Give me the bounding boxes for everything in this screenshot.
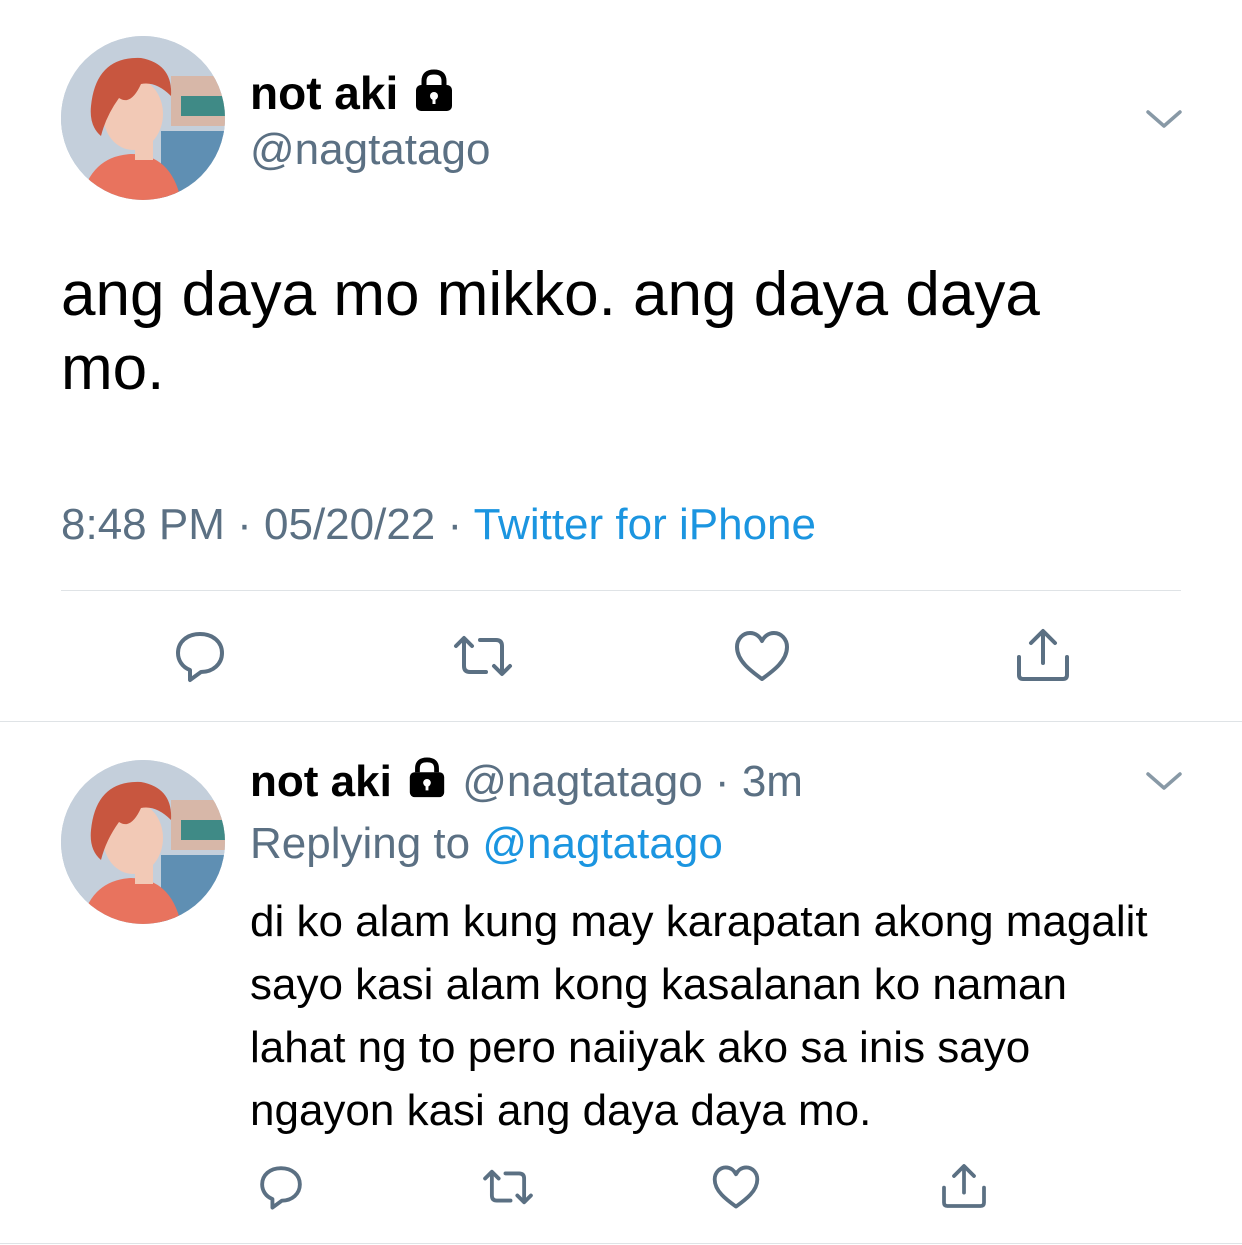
meta-separator: ·: [714, 757, 730, 806]
reply-header: not aki @nagtatago · 3m: [250, 756, 803, 811]
share-button[interactable]: [938, 1160, 990, 1212]
meta-separator: ·: [447, 500, 463, 549]
author-name[interactable]: not aki: [250, 757, 392, 806]
heart-icon: [712, 1165, 760, 1209]
replying-to: Replying to @nagtatago: [250, 818, 723, 870]
reply-button[interactable]: [256, 1162, 306, 1212]
mention-link[interactable]: @nagtatago: [482, 819, 722, 868]
share-icon: [1017, 629, 1069, 681]
retweet-icon: [454, 636, 512, 676]
heart-icon: [735, 631, 789, 681]
avatar-image: [61, 36, 225, 200]
divider: [61, 590, 1181, 591]
divider: [0, 1243, 1242, 1244]
reply-icon: [260, 1166, 302, 1210]
replying-to-label: Replying to: [250, 819, 471, 868]
meta-separator: ·: [237, 500, 252, 549]
lock-icon: [411, 69, 457, 124]
retweet-icon: [483, 1169, 533, 1205]
tweet-text: ang daya mo mikko. ang daya daya mo.: [61, 260, 1040, 403]
avatar[interactable]: [61, 760, 225, 924]
avatar[interactable]: [61, 36, 225, 200]
chevron-down-icon[interactable]: [1144, 766, 1184, 796]
author-name[interactable]: not aki: [250, 66, 457, 124]
author-handle[interactable]: @nagtatago: [250, 124, 490, 176]
reply-text: di ko alam kung may karapatan akong maga…: [250, 897, 1148, 1135]
reply-icon: [176, 632, 224, 682]
tweet-date: 05/20/22: [264, 500, 436, 549]
tweet-source-link[interactable]: Twitter for iPhone: [474, 500, 816, 549]
like-button[interactable]: [710, 1162, 762, 1212]
like-button[interactable]: [732, 626, 792, 686]
tweet-time: 8:48 PM: [61, 500, 225, 549]
retweet-button[interactable]: [480, 1162, 536, 1212]
tweet-age[interactable]: 3m: [742, 757, 803, 806]
author-name-text: not aki: [250, 67, 399, 119]
share-icon: [942, 1164, 986, 1208]
avatar-image: [61, 760, 225, 924]
lock-icon: [404, 757, 450, 811]
divider: [0, 721, 1242, 722]
share-button[interactable]: [1012, 624, 1074, 686]
retweet-button[interactable]: [450, 626, 516, 686]
author-handle[interactable]: @nagtatago: [462, 757, 702, 806]
chevron-down-icon[interactable]: [1144, 104, 1184, 134]
tweet-meta: 8:48 PM · 05/20/22 · Twitter for iPhone: [61, 498, 816, 552]
reply-button[interactable]: [170, 626, 230, 686]
